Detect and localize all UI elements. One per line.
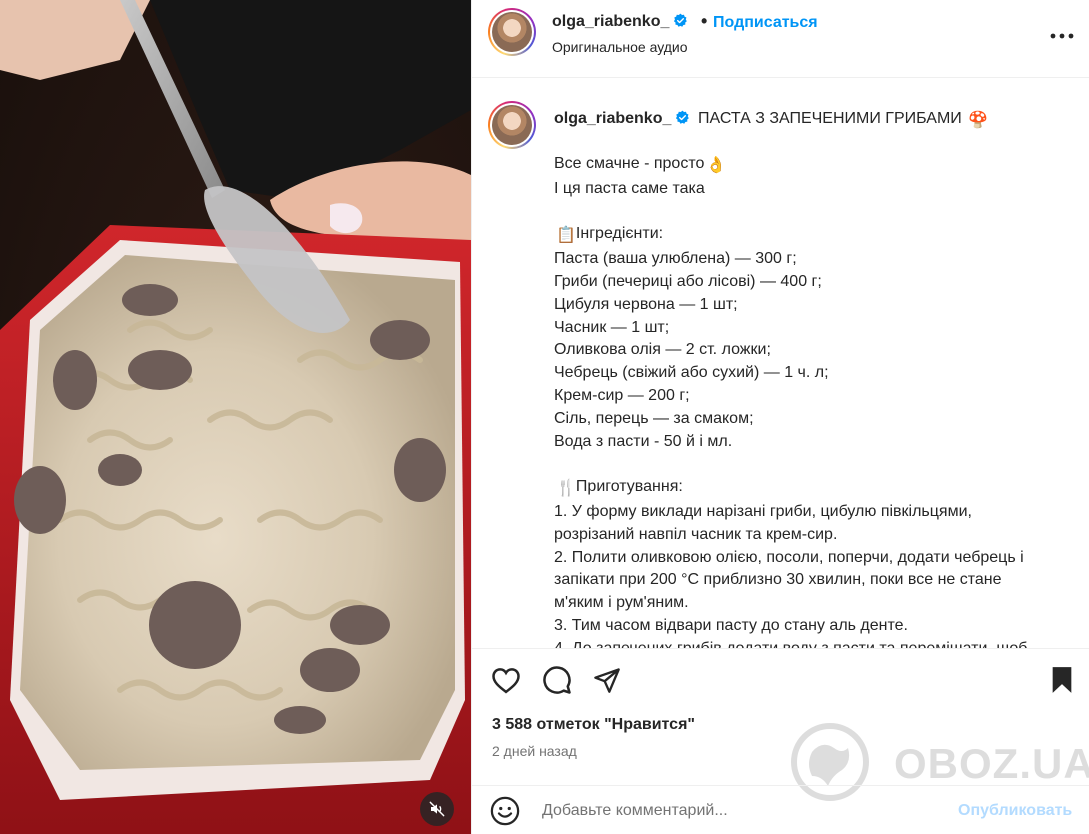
step-line: розрізаний навпіл часник та крем-сир.	[554, 525, 838, 543]
comment-bar: Опубликовать	[472, 785, 1089, 834]
post-date[interactable]: 2 дней назад	[492, 743, 577, 759]
post-media[interactable]	[0, 0, 471, 834]
ingredient-item: Паста (ваша улюблена) — 300 г;	[554, 250, 797, 268]
more-options-button[interactable]	[1048, 24, 1076, 48]
ingredient-item: Оливкова олія — 2 ст. ложки;	[554, 341, 771, 359]
ingredient-item: Чебрець (свіжий або сухий) — 1 ч. л;	[554, 364, 829, 382]
post-header: olga_riabenko_ • Подписаться Оригинально…	[472, 0, 1089, 78]
publish-button[interactable]: Опубликовать	[958, 802, 1072, 820]
cooking-heading: Приготування:	[575, 478, 683, 496]
post-actions	[472, 648, 1089, 712]
ingredient-item: Цибуля червона — 1 шт;	[554, 295, 738, 313]
mute-button[interactable]	[420, 792, 454, 826]
clipboard-emoji: 📋	[556, 227, 576, 245]
comment-button[interactable]	[541, 664, 573, 696]
ingredient-item: Сіль, перець — за смаком;	[554, 409, 754, 427]
ingredients-heading: Інгредієнти:	[575, 225, 664, 243]
watermark-text: OBOZ.UA	[894, 740, 1089, 787]
step-line: 1. У форму виклади нарізані гриби, цибул…	[554, 502, 972, 520]
caption-username[interactable]: olga_riabenko_	[554, 110, 690, 128]
caption-line: Все смачне - просто	[554, 155, 705, 172]
avatar-photo	[492, 12, 532, 52]
post-details-panel: olga_riabenko_ • Подписаться Оригинально…	[471, 0, 1089, 834]
share-icon	[594, 668, 620, 693]
step-line: 2. Полити оливковою олією, посоли, попер…	[554, 548, 1024, 566]
speaker-muted-icon	[429, 801, 445, 817]
share-button[interactable]	[591, 664, 623, 696]
separator-dot: •	[701, 11, 708, 31]
username-text[interactable]: olga_riabenko_	[552, 13, 669, 30]
heart-icon	[492, 668, 520, 694]
comment-icon	[543, 666, 571, 694]
avatar-photo	[492, 105, 532, 145]
step-line: 4. До запечених грибів додати воду з пас…	[554, 638, 1074, 648]
step-line: м'яким і рум'яним.	[554, 594, 689, 612]
caption-line: І ця паста саме така	[554, 179, 705, 197]
emoji-picker-button[interactable]	[490, 796, 520, 826]
caption-body: Все смачне - просто 👌 І ця паста саме так…	[554, 153, 1074, 648]
ingredient-item: Вода з пасти - 50 й і мл.	[554, 432, 733, 450]
likes-count[interactable]: 3 588 отметок "Нравится"	[492, 716, 695, 734]
username-text[interactable]: olga_riabenko_	[554, 110, 671, 127]
pasta-video-frame	[0, 0, 471, 834]
ok-hand-emoji: 👌	[706, 157, 727, 174]
caption-title: ПАСТА З ЗАПЕЧЕНИМИ ГРИБАМИ 🍄	[698, 110, 988, 130]
verified-badge-icon	[674, 13, 688, 27]
smiley-icon	[490, 796, 520, 826]
step-line: 3. Тим часом відвари пасту до стану аль …	[554, 616, 908, 634]
follow-button[interactable]: Подписаться	[713, 14, 818, 32]
original-audio-link[interactable]: Оригинальное аудио	[552, 39, 688, 55]
ingredient-item: Крем-сир — 200 г;	[554, 386, 690, 404]
like-button[interactable]	[490, 664, 522, 696]
ingredient-item: Гриби (печериці або лісові) — 400 г;	[554, 272, 822, 290]
verified-badge-icon	[676, 110, 690, 124]
save-button[interactable]	[1046, 664, 1078, 696]
fork-knife-emoji: 🍴	[556, 480, 576, 498]
avatar[interactable]	[488, 8, 536, 56]
header-username[interactable]: olga_riabenko_	[552, 13, 688, 31]
caption-title-text: ПАСТА З ЗАПЕЧЕНИМИ ГРИБАМИ	[698, 110, 962, 127]
bookmark-icon	[1052, 667, 1072, 693]
caption-scroll-area[interactable]: olga_riabenko_ ПАСТА З ЗАПЕЧЕНИМИ ГРИБАМ…	[472, 78, 1089, 648]
comment-input[interactable]	[542, 798, 942, 824]
avatar[interactable]	[488, 101, 536, 149]
mushroom-emoji: 🍄	[968, 112, 989, 129]
step-line: запікати при 200 °С приблизно 30 хвилин,…	[554, 571, 1002, 589]
more-icon	[1050, 33, 1074, 39]
ingredient-item: Часник — 1 шт;	[554, 318, 670, 336]
